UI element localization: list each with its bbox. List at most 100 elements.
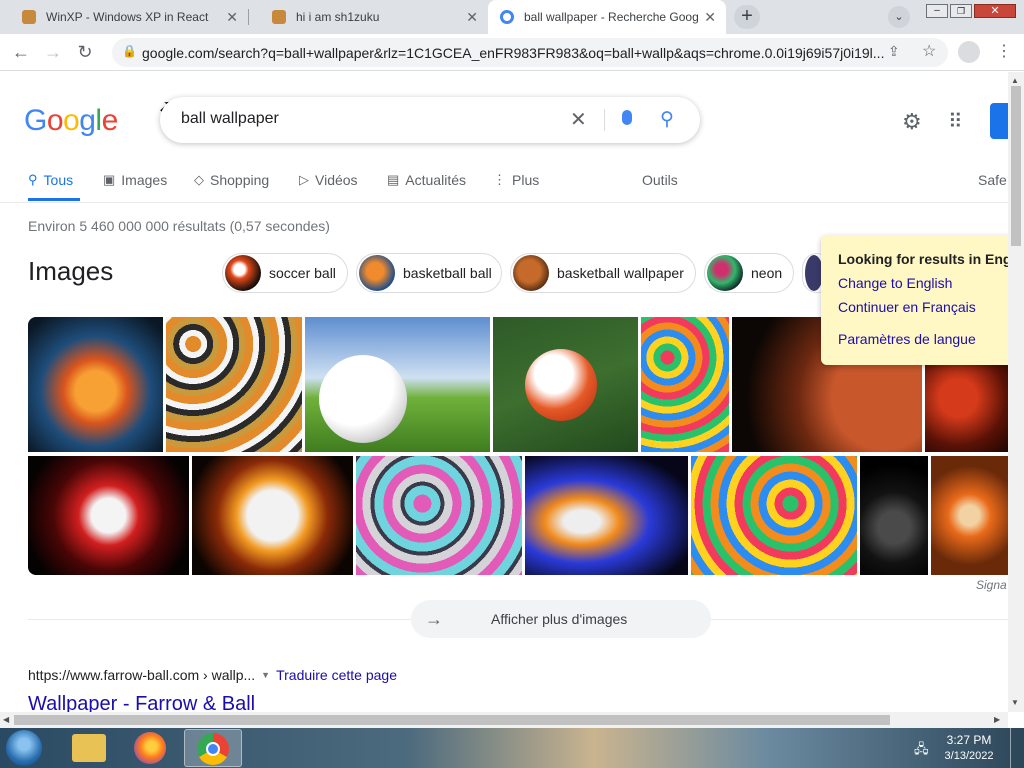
chrome-icon (197, 733, 229, 765)
logo-letter: e (101, 104, 119, 137)
doge-favicon-icon (272, 10, 286, 24)
image-result-billiard-ball[interactable] (931, 456, 1008, 575)
google-logo[interactable]: Google (24, 104, 118, 138)
chrome-taskbar-button[interactable] (184, 729, 242, 767)
clock-time[interactable]: 3:27 PM (944, 733, 994, 747)
header-divider (0, 202, 1008, 203)
play-icon: ▷ (299, 172, 309, 187)
horizontal-scrollbar[interactable]: ◀ ▶ (0, 712, 1008, 728)
scroll-thumb[interactable] (14, 715, 890, 725)
tab-videos[interactable]: ▷ Vidéos (299, 172, 358, 188)
image-result-black-ball[interactable] (860, 456, 928, 575)
clock-date[interactable]: 3/13/2022 (944, 750, 994, 762)
soccer-ball-graphic (525, 349, 597, 421)
apps-grid-icon[interactable]: ⠿ (948, 109, 963, 134)
sign-in-button[interactable] (990, 103, 1008, 139)
windows-start-button[interactable] (6, 730, 42, 766)
logo-letter: o (46, 104, 64, 137)
maximize-button[interactable]: ❐ (950, 4, 972, 18)
dropdown-caret-icon[interactable]: ▼ (261, 670, 270, 680)
close-icon[interactable]: ✕ (466, 9, 478, 26)
chip-label: basketball wallpaper (557, 265, 684, 281)
vertical-scrollbar[interactable]: ▲ ▼ (1008, 72, 1024, 712)
minimize-button[interactable]: – (926, 4, 948, 18)
tab-label: Shopping (210, 172, 270, 188)
scroll-left-icon[interactable]: ◀ (3, 715, 9, 724)
scroll-down-icon[interactable]: ▼ (1011, 698, 1019, 707)
safesearch-button[interactable]: Safe (978, 172, 1007, 188)
image-result-soccer-red[interactable] (28, 456, 189, 575)
tab-actualites[interactable]: ▤ Actualités (387, 172, 466, 188)
more-images-label: Afficher plus d'images (491, 611, 628, 627)
tab-images[interactable]: ▣ Images (103, 172, 167, 188)
tab-shopping[interactable]: ◇ Shopping (194, 172, 269, 188)
more-images-button[interactable]: → Afficher plus d'images (411, 600, 711, 638)
chrome-menu-icon[interactable]: ⋮ (996, 41, 1012, 61)
close-icon[interactable]: ✕ (226, 9, 238, 26)
search-icon: ⚲ (28, 172, 38, 187)
chip-basketball-wallpaper[interactable]: basketball wallpaper (510, 253, 696, 293)
search-icon[interactable]: ⚲ (660, 108, 674, 131)
firefox-icon[interactable] (134, 732, 166, 764)
address-bar[interactable]: 🔒 google.com/search?q=ball+wallpaper&rlz… (112, 38, 948, 67)
image-result-glass-marbles[interactable] (356, 456, 522, 575)
language-settings-link[interactable]: Paramètres de langue (838, 331, 976, 347)
tab-title: hi i am sh1zuku (296, 10, 380, 24)
change-to-english-link[interactable]: Change to English (838, 275, 952, 291)
chip-label: soccer ball (269, 265, 336, 281)
image-result-soccer-grass[interactable] (493, 317, 638, 452)
browser-tab-sh1zuku[interactable]: hi i am sh1zuku ✕ (250, 0, 489, 34)
image-result-balls-pile[interactable] (166, 317, 302, 452)
image-result-soccer-flames[interactable] (525, 456, 688, 575)
signal-link[interactable]: Signa (976, 578, 1007, 592)
translate-link[interactable]: Traduire cette page (276, 667, 397, 683)
browser-tab-google[interactable]: ball wallpaper - Recherche Goog ✕ (488, 0, 726, 34)
tab-search-chevron-icon[interactable]: ⌄ (888, 6, 910, 28)
file-explorer-icon[interactable] (72, 734, 106, 762)
image-result-colorful-balls[interactable] (691, 456, 857, 575)
logo-letter: o (63, 104, 80, 137)
chip-neon[interactable]: neon (704, 253, 794, 293)
image-result-ball-pit[interactable] (641, 317, 729, 452)
scroll-right-icon[interactable]: ▶ (994, 715, 1000, 724)
clear-icon[interactable]: ✕ (570, 107, 587, 132)
bookmark-star-icon[interactable]: ☆ (922, 41, 936, 61)
tab-label: Plus (512, 172, 540, 188)
tab-plus[interactable]: ⋮ Plus (493, 172, 539, 188)
tab-label: Actualités (405, 172, 466, 188)
image-result-soccer-fire[interactable] (192, 456, 353, 575)
chrome-center (206, 742, 220, 756)
chip-basketball-ball[interactable]: basketball ball (356, 253, 502, 293)
browser-toolbar: ← → ↻ 🔒 google.com/search?q=ball+wallpap… (0, 34, 1024, 71)
reload-icon[interactable]: ↻ (74, 42, 96, 63)
settings-gear-icon[interactable]: ⚙ (902, 109, 922, 135)
chip-soccer-ball[interactable]: soccer ball (222, 253, 348, 293)
image-result-basketball-fire[interactable] (28, 317, 163, 452)
back-arrow-icon[interactable]: ← (10, 42, 32, 63)
network-icon[interactable]: 🖧 (914, 740, 929, 762)
image-result-soccer-field[interactable] (305, 317, 490, 452)
search-input[interactable]: ball wallpaper (181, 110, 279, 128)
result-title-link[interactable]: Wallpaper - Farrow & Ball (28, 692, 255, 712)
result-breadcrumb[interactable]: https://www.farrow-ball.com › wallp... (28, 667, 255, 683)
images-heading: Images (28, 256, 114, 286)
lock-icon: 🔒 (122, 44, 137, 58)
close-icon[interactable]: ✕ (704, 9, 716, 26)
forward-arrow-icon[interactable]: → (42, 42, 64, 63)
microphone-icon[interactable] (622, 110, 632, 125)
new-tab-button[interactable]: + (734, 5, 760, 29)
windows-taskbar: 🖧 3:27 PM 3/13/2022 (0, 728, 1024, 768)
tools-button[interactable]: Outils (642, 172, 678, 188)
search-box[interactable]: ball wallpaper ✕ ⚲ (160, 97, 700, 143)
window-close-button[interactable]: ✕ (974, 4, 1016, 18)
scroll-up-icon[interactable]: ▲ (1011, 76, 1019, 85)
browser-tab-winxp[interactable]: WinXP - Windows XP in React ✕ (0, 0, 249, 34)
browser-tab-strip: WinXP - Windows XP in React ✕ hi i am sh… (0, 0, 1024, 34)
scroll-thumb[interactable] (1011, 86, 1021, 246)
soccer-ball-graphic (319, 355, 407, 443)
continue-in-french-link[interactable]: Continuer en Français (838, 299, 976, 315)
share-icon[interactable]: ⇪ (888, 43, 900, 60)
profile-avatar-icon[interactable] (958, 41, 980, 63)
tab-tous[interactable]: ⚲ Tous (28, 172, 73, 188)
show-desktop-button[interactable] (1010, 728, 1024, 768)
